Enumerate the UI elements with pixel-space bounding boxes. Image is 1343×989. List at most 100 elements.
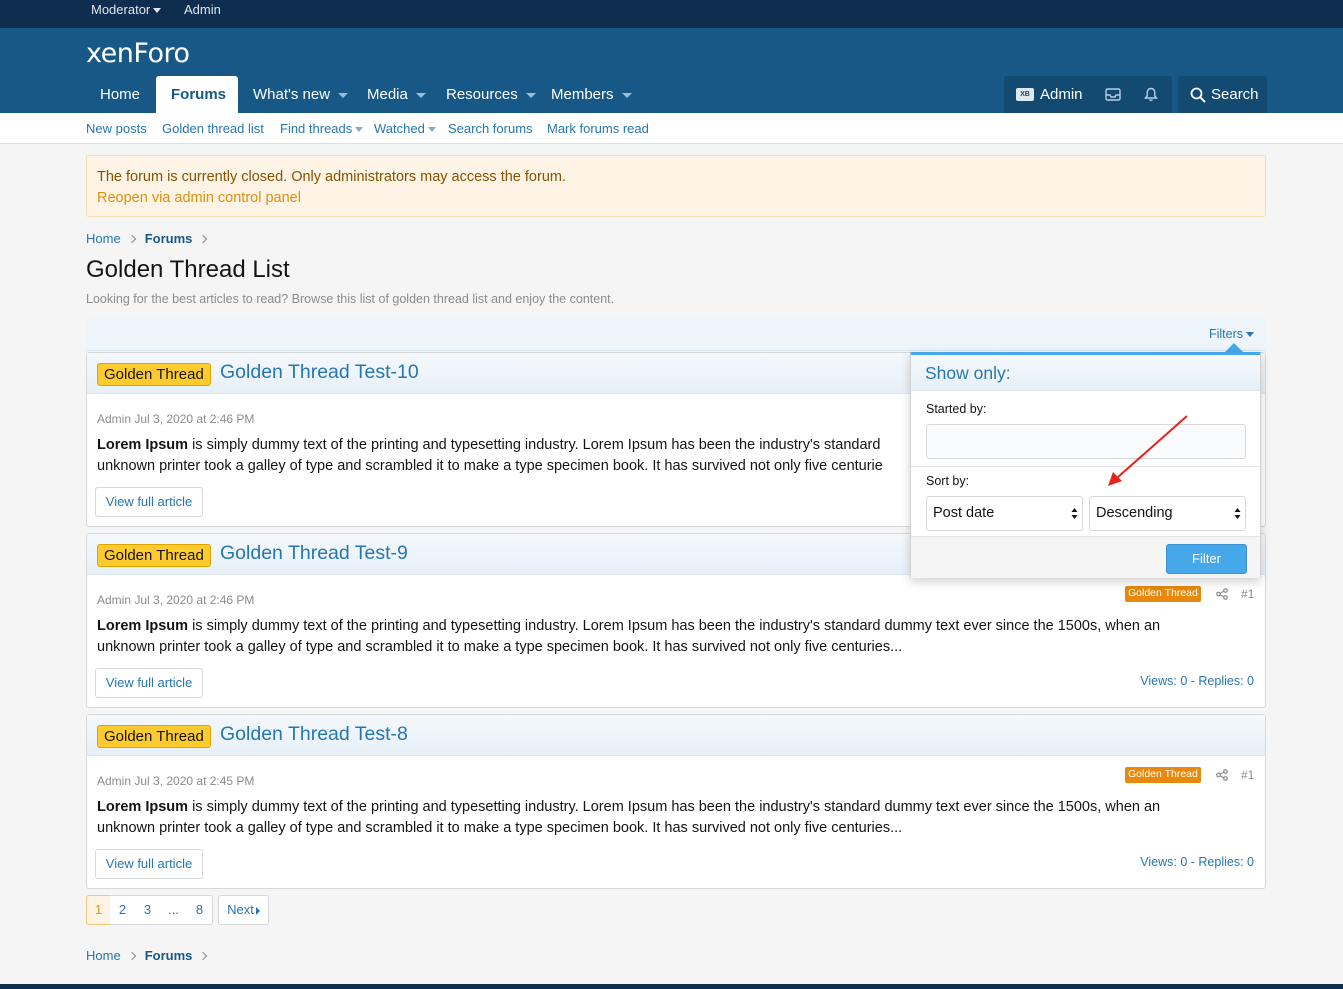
select-arrows-icon: [1071, 508, 1078, 519]
share-icon[interactable]: [1216, 769, 1228, 781]
reopen-link[interactable]: Reopen via admin control panel: [97, 188, 1255, 209]
caret-right-icon: [255, 906, 260, 915]
moderator-label: Moderator: [91, 2, 151, 17]
caret-down-icon[interactable]: [525, 92, 536, 98]
search-button[interactable]: Search: [1178, 76, 1267, 113]
thread-title[interactable]: Golden Thread Test-8: [220, 723, 408, 746]
footer-bar: [0, 984, 1343, 989]
inbox-icon[interactable]: [1105, 88, 1121, 101]
nav-home[interactable]: Home: [85, 76, 155, 113]
view-full-article-button[interactable]: View full article: [95, 849, 203, 879]
forum-closed-notice: The forum is currently closed. Only admi…: [86, 155, 1266, 217]
nav-whats-new-label: What's new: [253, 86, 331, 103]
sort-order-value: Descending: [1096, 505, 1173, 521]
excerpt-lead: Lorem Ipsum: [97, 618, 189, 634]
nav-whats-new[interactable]: What's new: [238, 76, 363, 113]
thread-excerpt: Lorem Ipsum is simply dummy text of the …: [97, 797, 1237, 839]
next-page-button[interactable]: Next: [218, 895, 269, 925]
thread-header: Golden Thread Golden Thread Test-8: [87, 715, 1265, 756]
caret-down-icon[interactable]: [415, 92, 426, 98]
thread-title[interactable]: Golden Thread Test-9: [220, 542, 408, 565]
find-threads-label: Find threads: [280, 121, 353, 136]
page-ellipsis[interactable]: ...: [160, 895, 188, 925]
view-full-article-button[interactable]: View full article: [95, 487, 203, 517]
nav-members[interactable]: Members: [536, 76, 647, 113]
account-menu[interactable]: XB Admin: [1004, 76, 1092, 113]
filter-button[interactable]: Filter: [1166, 544, 1247, 574]
popup-footer: Filter: [911, 536, 1260, 578]
excerpt-line-2: unknown printer took a galley of type an…: [97, 458, 883, 474]
thread-stats: Views: 0 - Replies: 0: [1140, 674, 1254, 688]
subnav-golden-thread-list[interactable]: Golden thread list: [162, 121, 264, 136]
golden-thread-badge: Golden Thread: [97, 544, 211, 567]
post-number[interactable]: #1: [1241, 768, 1254, 782]
filters-label: Filters: [1208, 327, 1243, 341]
chevron-right-icon: [199, 234, 208, 244]
select-arrows-icon: [1234, 508, 1241, 519]
post-number[interactable]: #1: [1241, 587, 1254, 601]
popup-title: Show only:: [911, 355, 1260, 391]
caret-down-icon: [1246, 332, 1254, 338]
filter-bar: Filters: [86, 318, 1266, 351]
moderator-menu[interactable]: Moderator: [91, 2, 162, 17]
filters-toggle[interactable]: Filters: [1209, 327, 1254, 341]
excerpt-line-2: unknown printer took a galley of type an…: [97, 820, 903, 836]
search-icon: [1190, 87, 1206, 103]
view-full-article-button[interactable]: View full article: [95, 668, 203, 698]
golden-thread-badge: Golden Thread: [97, 725, 211, 748]
caret-down-icon: [427, 127, 436, 133]
popup-pointer: [1225, 343, 1243, 352]
subnav-find-threads[interactable]: Find threads: [280, 121, 364, 136]
thread-title[interactable]: Golden Thread Test-10: [220, 361, 419, 384]
nav-media-label: Media: [367, 86, 408, 103]
share-icon[interactable]: [1216, 588, 1228, 600]
sort-field-value: Post date: [933, 505, 995, 521]
breadcrumb-home[interactable]: Home: [86, 948, 121, 963]
chevron-right-icon: [199, 951, 208, 961]
subnav-new-posts[interactable]: New posts: [86, 121, 147, 136]
account-area: XB Admin: [1004, 76, 1172, 113]
caret-down-icon[interactable]: [338, 92, 349, 98]
page-2[interactable]: 2: [110, 895, 136, 925]
subnav-search-forums[interactable]: Search forums: [448, 121, 533, 136]
caret-down-icon: [153, 8, 162, 14]
sort-field-select[interactable]: Post date: [926, 496, 1083, 531]
nav-media[interactable]: Media: [352, 76, 441, 113]
page-1[interactable]: 1: [86, 895, 111, 925]
notice-text: The forum is currently closed. Only admi…: [97, 169, 566, 185]
caret-down-icon[interactable]: [621, 92, 632, 98]
excerpt-line-1: is simply dummy text of the printing and…: [188, 618, 1161, 634]
chevron-right-icon: [127, 951, 136, 961]
nav-forums[interactable]: Forums: [156, 76, 238, 113]
site-logo[interactable]: xenForo: [86, 38, 190, 69]
next-label: Next: [227, 902, 254, 917]
site-header: xenForo Home Forums What's new Media Res…: [0, 28, 1343, 113]
divider: [911, 466, 1260, 467]
sort-order-select[interactable]: Descending: [1089, 496, 1246, 531]
started-by-input[interactable]: [926, 424, 1246, 459]
page-8[interactable]: 8: [187, 895, 213, 925]
nav-resources-label: Resources: [446, 86, 518, 103]
search-label: Search: [1211, 86, 1259, 103]
golden-thread-mini-badge: Golden Thread: [1125, 767, 1201, 783]
bell-icon[interactable]: [1144, 87, 1158, 102]
page-description: Looking for the best articles to read? B…: [86, 292, 615, 306]
started-by-label: Started by:: [926, 402, 987, 416]
breadcrumb-forums[interactable]: Forums: [145, 948, 193, 963]
page-3[interactable]: 3: [135, 895, 161, 925]
subnav-mark-forums-read[interactable]: Mark forums read: [547, 121, 649, 136]
breadcrumb-bottom: Home Forums: [86, 948, 216, 963]
nav-resources[interactable]: Resources: [431, 76, 551, 113]
excerpt-lead: Lorem Ipsum: [97, 437, 189, 453]
golden-thread-mini-badge: Golden Thread: [1125, 586, 1201, 602]
admin-link[interactable]: Admin: [184, 2, 221, 17]
avatar: XB: [1016, 88, 1034, 101]
account-name: Admin: [1040, 86, 1083, 103]
sort-by-label: Sort by:: [926, 474, 970, 488]
breadcrumb-home[interactable]: Home: [86, 231, 121, 246]
golden-thread-badge: Golden Thread: [97, 363, 211, 386]
subnav-watched[interactable]: Watched: [374, 121, 436, 136]
breadcrumb-forums[interactable]: Forums: [145, 231, 193, 246]
chevron-right-icon: [127, 234, 136, 244]
page-title: Golden Thread List: [86, 256, 290, 283]
